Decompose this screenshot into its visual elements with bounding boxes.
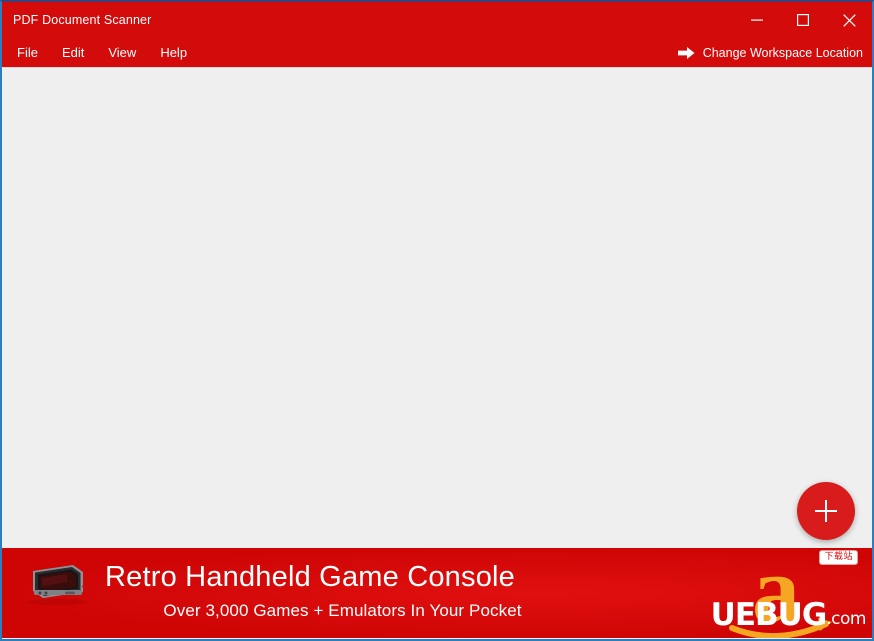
menu-item-view[interactable]: View xyxy=(97,42,147,64)
window-controls xyxy=(734,2,872,38)
menu-item-edit[interactable]: Edit xyxy=(51,42,95,64)
ad-headline: Retro Handheld Game Console xyxy=(105,561,516,593)
maximize-button[interactable] xyxy=(780,2,826,38)
advertisement-banner[interactable]: Retro Handheld Game Console Over 3,000 G… xyxy=(2,548,872,638)
window-title: PDF Document Scanner xyxy=(13,13,152,27)
add-document-fab[interactable] xyxy=(797,482,855,540)
change-workspace-location-label: Change Workspace Location xyxy=(702,45,863,60)
ad-text-block: Retro Handheld Game Console Over 3,000 G… xyxy=(105,556,705,624)
svg-text:a: a xyxy=(752,548,800,638)
download-site-badge: 下载站 xyxy=(819,550,858,565)
close-icon xyxy=(842,13,856,27)
menu-bar: File Edit View Help Change Workspace Loc… xyxy=(2,38,872,67)
watermark-suffix: .com xyxy=(826,609,866,629)
plus-icon-vertical xyxy=(824,500,828,522)
title-bar[interactable]: PDF Document Scanner xyxy=(2,2,872,38)
document-workspace[interactable] xyxy=(2,67,872,548)
change-workspace-location-button[interactable]: Change Workspace Location xyxy=(677,38,863,67)
close-button[interactable] xyxy=(826,2,872,38)
minimize-button[interactable] xyxy=(734,2,780,38)
menu-item-help[interactable]: Help xyxy=(149,42,198,64)
watermark-text: UEBUG xyxy=(710,597,828,633)
handheld-console-icon xyxy=(28,565,89,606)
maximize-icon xyxy=(797,14,809,26)
app-window: PDF Document Scanner File Edit View Help… xyxy=(0,0,874,641)
uebug-watermark: UEBUG .com xyxy=(710,592,867,633)
minimize-icon xyxy=(751,19,763,21)
ad-subhead: Over 3,000 Games + Emulators In Your Poc… xyxy=(163,601,522,620)
arrow-right-icon xyxy=(677,46,695,59)
menu-item-file[interactable]: File xyxy=(6,42,49,64)
